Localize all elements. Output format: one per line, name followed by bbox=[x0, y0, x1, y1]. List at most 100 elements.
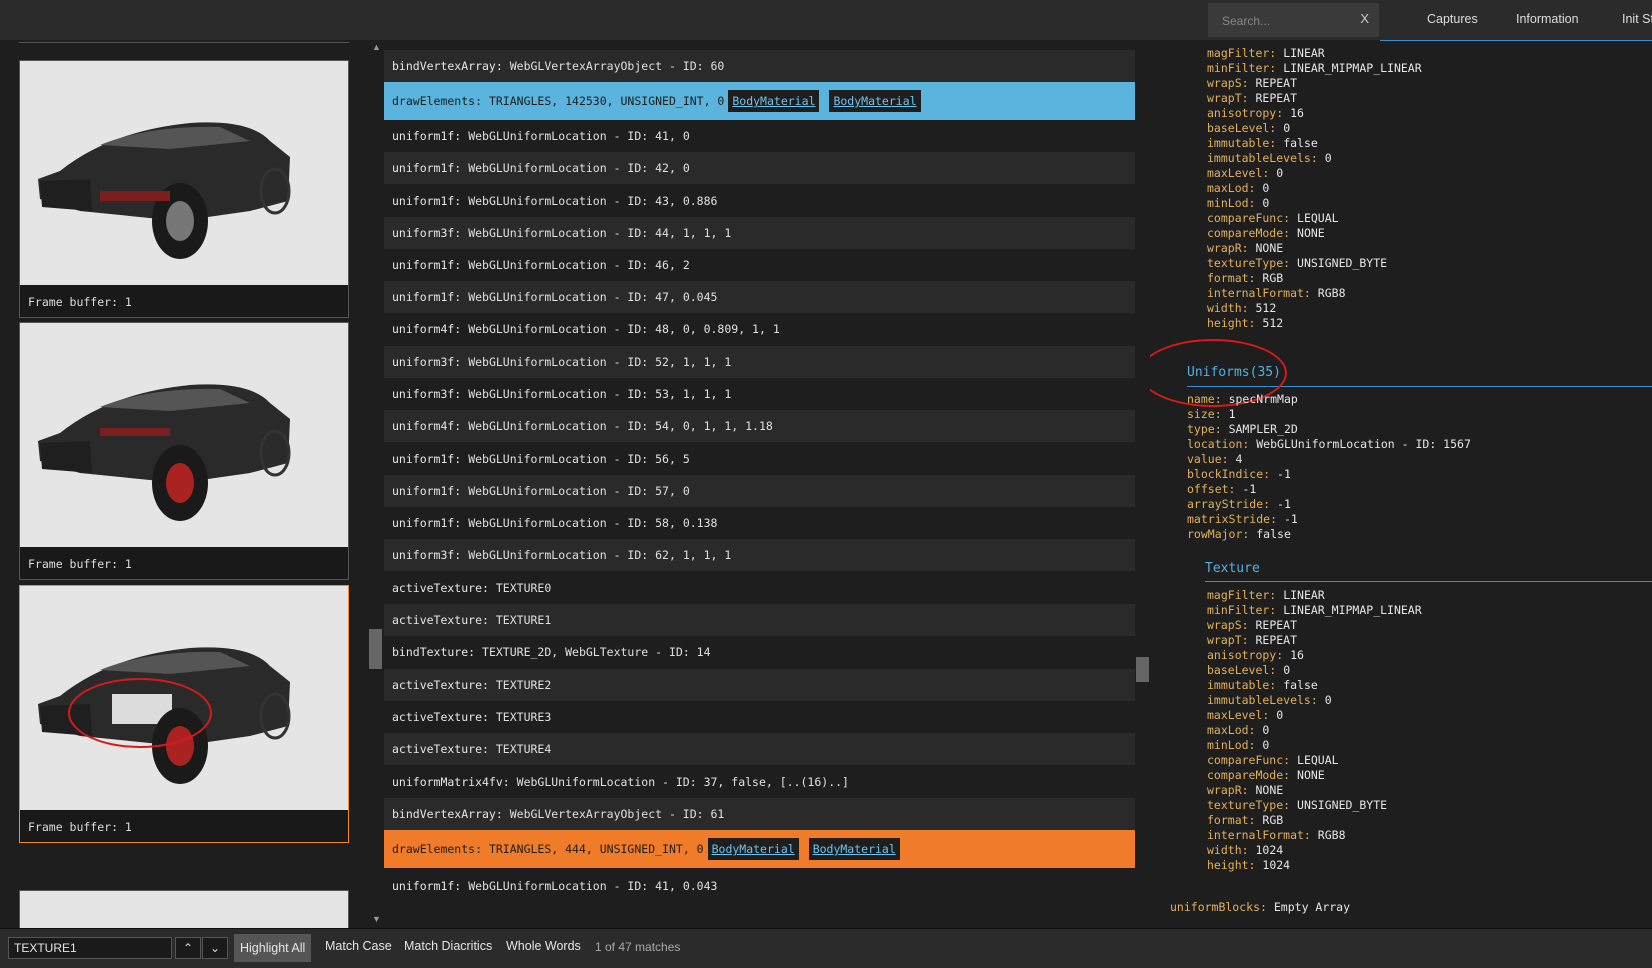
match-case-toggle[interactable]: Match Case bbox=[325, 939, 392, 953]
frame-preview-image bbox=[20, 586, 348, 810]
top-bar: X Captures Information Init St bbox=[0, 0, 1652, 41]
prop-key: magFilter: bbox=[1207, 46, 1277, 60]
prop-value: false bbox=[1283, 678, 1318, 692]
command-row[interactable]: uniform4f: WebGLUniformLocation - ID: 54… bbox=[384, 410, 1135, 442]
command-row[interactable]: uniform3f: WebGLUniformLocation - ID: 44… bbox=[384, 217, 1135, 249]
match-diacritics-toggle[interactable]: Match Diacritics bbox=[404, 939, 492, 953]
command-args: WebGLUniformLocation - ID: 43, 0.886 bbox=[468, 194, 718, 208]
prop-value: REPEAT bbox=[1255, 91, 1298, 105]
prop-value: SAMPLER_2D bbox=[1228, 422, 1298, 436]
command-row-match[interactable]: drawElements: TRIANGLES, 444, UNSIGNED_I… bbox=[384, 830, 1135, 868]
prop-key: anisotropy: bbox=[1207, 106, 1284, 120]
prop-value: false bbox=[1283, 136, 1318, 150]
command-row-selected[interactable]: drawElements: TRIANGLES, 142530, UNSIGNE… bbox=[384, 82, 1135, 120]
command-row[interactable]: activeTexture: TEXTURE2 bbox=[384, 669, 1135, 701]
prop-key: wrapR: bbox=[1207, 783, 1249, 797]
material-link[interactable]: BodyMaterial bbox=[808, 838, 900, 860]
command-row[interactable]: activeTexture: TEXTURE4 bbox=[384, 733, 1135, 765]
command-row[interactable]: uniform4f: WebGLUniformLocation - ID: 48… bbox=[384, 313, 1135, 345]
prop-value: REPEAT bbox=[1255, 76, 1298, 90]
command-row[interactable]: uniform1f: WebGLUniformLocation - ID: 46… bbox=[384, 249, 1135, 281]
prop-key: minLod: bbox=[1207, 738, 1256, 752]
prop-value: REPEAT bbox=[1255, 618, 1298, 632]
command-name: uniform1f: bbox=[392, 129, 462, 143]
command-row[interactable]: uniform1f: WebGLUniformLocation - ID: 47… bbox=[384, 281, 1135, 313]
command-row[interactable]: uniform1f: WebGLUniformLocation - ID: 56… bbox=[384, 443, 1135, 475]
prop-value: 512 bbox=[1255, 301, 1277, 315]
command-args: WebGLUniformLocation - ID: 56, 5 bbox=[468, 452, 690, 466]
prop-key: rowMajor: bbox=[1187, 527, 1250, 541]
command-row[interactable]: bindVertexArray: WebGLVertexArrayObject … bbox=[384, 798, 1135, 830]
command-row[interactable]: uniform3f: WebGLUniformLocation - ID: 52… bbox=[384, 346, 1135, 378]
prop-key: maxLevel: bbox=[1207, 166, 1270, 180]
texture-section-title[interactable]: Texture bbox=[1205, 561, 1260, 576]
highlight-all-toggle[interactable]: Highlight All bbox=[234, 934, 312, 962]
command-row[interactable]: uniform1f: WebGLUniformLocation - ID: 58… bbox=[384, 507, 1135, 539]
scroll-up-icon[interactable]: ▲ bbox=[372, 42, 381, 52]
center-scrollbar-thumb[interactable] bbox=[1136, 657, 1149, 682]
command-args: WebGLVertexArrayObject - ID: 61 bbox=[509, 807, 725, 821]
prop-value: 0 bbox=[1262, 738, 1270, 752]
tab-information[interactable]: Information bbox=[1516, 12, 1579, 26]
command-args: WebGLUniformLocation - ID: 58, 0.138 bbox=[468, 516, 718, 530]
search-clear-button[interactable]: X bbox=[1360, 11, 1369, 26]
material-link[interactable]: BodyMaterial bbox=[829, 90, 921, 112]
command-args: WebGLUniformLocation - ID: 41, 0.043 bbox=[468, 879, 718, 893]
prop-value: UNSIGNED_BYTE bbox=[1297, 798, 1388, 812]
prop-value: -1 bbox=[1277, 467, 1291, 481]
left-scrollbar-thumb[interactable] bbox=[369, 629, 382, 669]
search-input[interactable] bbox=[1220, 10, 1364, 32]
command-row[interactable]: uniform3f: WebGLUniformLocation - ID: 53… bbox=[384, 378, 1135, 410]
prop-value: LINEAR bbox=[1283, 46, 1325, 60]
command-row[interactable]: uniform1f: WebGLUniformLocation - ID: 41… bbox=[384, 870, 1135, 902]
command-row[interactable]: uniform1f: WebGLUniformLocation - ID: 43… bbox=[384, 185, 1135, 217]
prop-value: 512 bbox=[1262, 316, 1284, 330]
find-bar: ⌃ ⌄ Highlight All Match Case Match Diacr… bbox=[0, 928, 1652, 968]
prop-value: 1024 bbox=[1255, 843, 1284, 857]
find-next-button[interactable]: ⌄ bbox=[202, 937, 228, 959]
prop-value: false bbox=[1256, 527, 1291, 541]
prop-value: 0 bbox=[1262, 723, 1270, 737]
command-row[interactable]: uniformMatrix4fv: WebGLUniformLocation -… bbox=[384, 766, 1135, 798]
prop-key: minFilter: bbox=[1207, 603, 1277, 617]
command-row[interactable]: uniform1f: WebGLUniformLocation - ID: 41… bbox=[384, 120, 1135, 152]
prop-value: 0 bbox=[1276, 708, 1284, 722]
thumbnail-card[interactable]: Frame buffer: 1 bbox=[19, 60, 349, 318]
thumbnail-card-selected[interactable]: Frame buffer: 1 bbox=[19, 585, 349, 843]
command-row[interactable]: uniform1f: WebGLUniformLocation - ID: 42… bbox=[384, 152, 1135, 184]
thumbnail-label: Frame buffer: 1 bbox=[28, 295, 132, 309]
thumbnail-label: Frame buffer: 1 bbox=[28, 557, 132, 571]
material-link[interactable]: BodyMaterial bbox=[728, 90, 820, 112]
command-name: uniform1f: bbox=[392, 290, 462, 304]
find-input[interactable] bbox=[8, 937, 172, 959]
thumbnail-card[interactable]: Frame buffer: 1 bbox=[19, 322, 349, 580]
tab-captures[interactable]: Captures bbox=[1427, 12, 1478, 26]
command-args: TRIANGLES, 444, UNSIGNED_INT, 0 bbox=[488, 842, 704, 856]
find-previous-button[interactable]: ⌃ bbox=[175, 937, 201, 959]
prop-key: maxLod: bbox=[1207, 181, 1256, 195]
command-row[interactable]: activeTexture: TEXTURE3 bbox=[384, 701, 1135, 733]
prop-value: LINEAR_MIPMAP_LINEAR bbox=[1283, 603, 1422, 617]
tab-init-state[interactable]: Init St bbox=[1622, 12, 1652, 26]
prop-value: 0 bbox=[1324, 151, 1332, 165]
command-row[interactable]: bindVertexArray: WebGLVertexArrayObject … bbox=[384, 50, 1135, 82]
chevron-up-icon: ⌃ bbox=[182, 941, 194, 955]
scroll-down-icon[interactable]: ▼ bbox=[372, 914, 381, 924]
command-row[interactable]: activeTexture: TEXTURE1 bbox=[384, 604, 1135, 636]
command-name: activeTexture: bbox=[392, 613, 489, 627]
prop-value: REPEAT bbox=[1255, 633, 1298, 647]
command-args: TRIANGLES, 142530, UNSIGNED_INT, 0 bbox=[488, 94, 725, 108]
command-row[interactable]: uniform3f: WebGLUniformLocation - ID: 62… bbox=[384, 539, 1135, 571]
whole-words-toggle[interactable]: Whole Words bbox=[506, 939, 581, 953]
prop-key: immutable: bbox=[1207, 136, 1277, 150]
command-name: uniform3f: bbox=[392, 226, 462, 240]
command-row[interactable]: bindTexture: TEXTURE_2D, WebGLTexture - … bbox=[384, 636, 1135, 668]
prop-value: RGB8 bbox=[1317, 286, 1346, 300]
command-row[interactable]: activeTexture: TEXTURE0 bbox=[384, 572, 1135, 604]
material-link[interactable]: BodyMaterial bbox=[707, 838, 799, 860]
command-name: activeTexture: bbox=[392, 678, 489, 692]
prop-value: -1 bbox=[1242, 482, 1257, 496]
command-row[interactable]: uniform1f: WebGLUniformLocation - ID: 57… bbox=[384, 475, 1135, 507]
prop-key: name: bbox=[1187, 392, 1222, 406]
command-args: WebGLUniformLocation - ID: 48, 0, 0.809,… bbox=[468, 322, 780, 336]
